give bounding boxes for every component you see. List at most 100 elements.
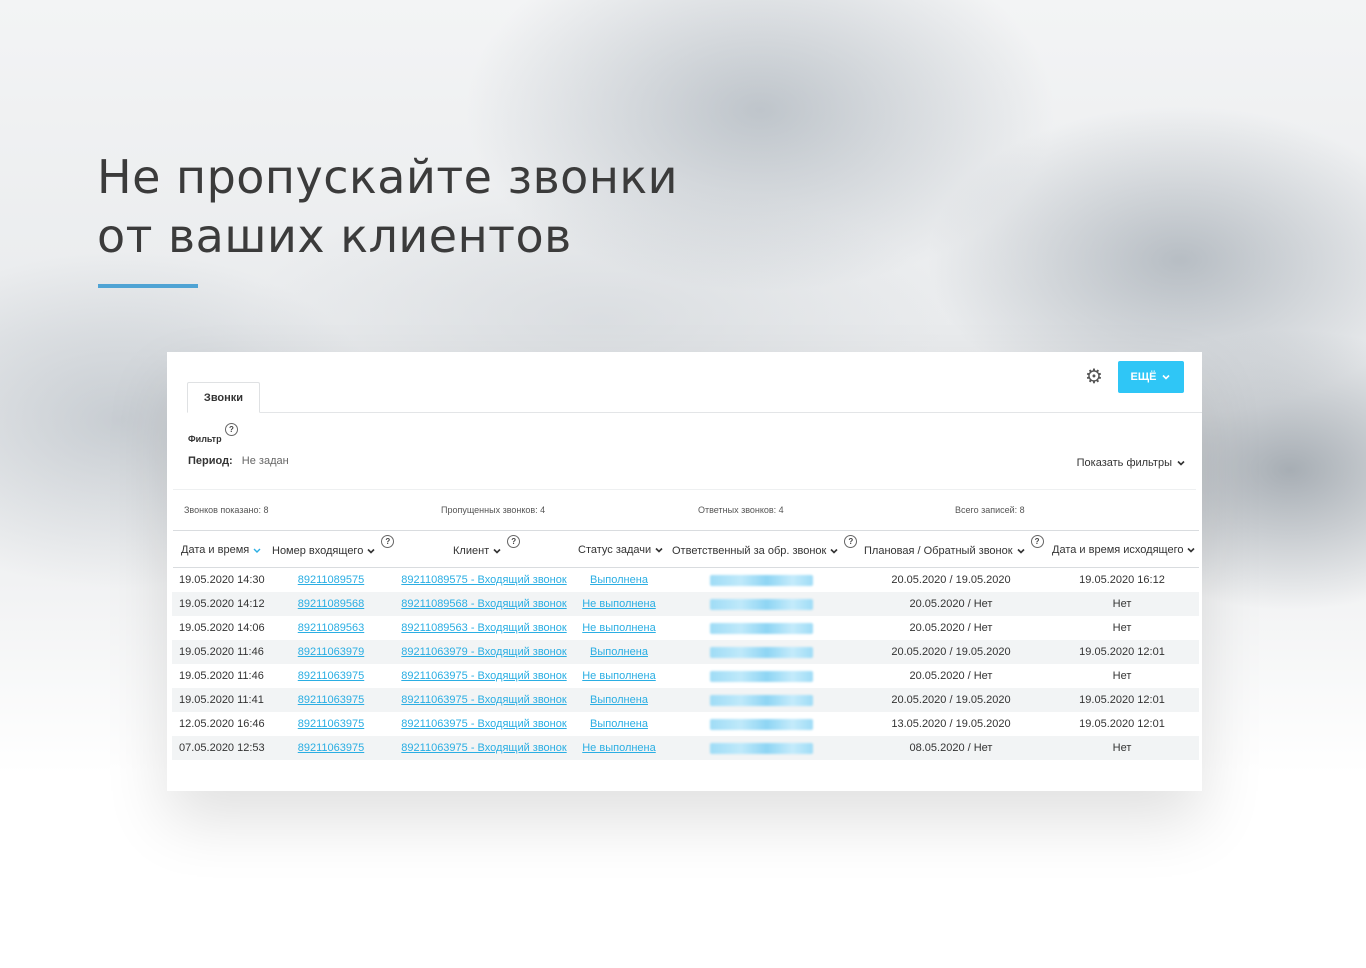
cell-outgoing-datetime: 19.05.2020 12:01 [1079, 646, 1165, 658]
cell-client-link[interactable]: 89211063975 - Входящий звонок [401, 664, 566, 688]
cell-incoming-number-link[interactable]: 89211089563 [298, 616, 364, 640]
chevron-down-icon [1016, 548, 1025, 554]
table-row: 19.05.2020 11:41 89211063975 89211063975 -… [172, 688, 1199, 712]
more-button[interactable]: ЕЩЁ [1118, 361, 1184, 393]
cell-task-status-link[interactable]: Не выполнена [582, 616, 656, 640]
table-header-top-border [173, 530, 1199, 531]
table-row: 19.05.2020 14:30 89211089575 89211089575 -… [172, 568, 1199, 592]
cell-incoming-number-link[interactable]: 89211063975 [298, 736, 364, 760]
filter-help-icon[interactable]: ? [225, 423, 238, 436]
column-header-label: Ответственный за обр. звонок [672, 544, 827, 557]
cell-datetime: 12.05.2020 16:46 [179, 718, 265, 730]
table-row: 19.05.2020 14:06 89211089563 89211089563 -… [172, 616, 1199, 640]
column-header-outgoing-datetime[interactable]: Дата и время исходящего [1052, 544, 1196, 556]
cell-task-status-link[interactable]: Не выполнена [582, 664, 656, 688]
responsible-name-blurred [710, 695, 813, 706]
cell-task-status-link[interactable]: Выполнена [590, 688, 648, 712]
cell-outgoing-datetime: 19.05.2020 12:01 [1079, 694, 1165, 706]
cell-task-status-link[interactable]: Выполнена [590, 568, 648, 592]
more-button-label: ЕЩЁ [1130, 371, 1157, 383]
chevron-down-icon [1177, 460, 1185, 466]
cell-planned-callback: 13.05.2020 / 19.05.2020 [891, 718, 1011, 730]
column-header-label: Плановая / Обратный звонок [864, 544, 1013, 557]
cell-datetime: 19.05.2020 11:46 [179, 670, 264, 682]
cell-planned-callback: 20.05.2020 / 19.05.2020 [891, 574, 1011, 586]
responsible-name-blurred [710, 743, 813, 754]
tabs-divider [187, 412, 1202, 413]
cell-planned-callback: 20.05.2020 / Нет [909, 622, 993, 634]
chevron-down-icon [1162, 374, 1171, 380]
stat-shown: Звонков показано: 8 [184, 505, 269, 515]
cell-planned-callback: 08.05.2020 / Нет [909, 742, 993, 754]
cell-planned-callback: 20.05.2020 / Нет [909, 670, 993, 682]
cell-task-status-link[interactable]: Выполнена [590, 640, 648, 664]
cell-task-status-link[interactable]: Не выполнена [582, 736, 656, 760]
column-header-label: Статус задачи [578, 544, 652, 556]
table-row: 19.05.2020 11:46 89211063979 89211063979 -… [172, 640, 1199, 664]
table-row: 07.05.2020 12:53 89211063975 89211063975 -… [172, 736, 1199, 760]
cell-client-link[interactable]: 89211063975 - Входящий звонок [401, 688, 566, 712]
cell-outgoing-datetime: Нет [1112, 742, 1132, 754]
cell-outgoing-datetime: 19.05.2020 12:01 [1079, 718, 1165, 730]
cell-client-link[interactable]: 89211089568 - Входящий звонок [401, 592, 566, 616]
cell-incoming-number-link[interactable]: 89211089568 [298, 592, 364, 616]
column-header-planned-callback[interactable]: Плановая / Обратный звонок ? [864, 535, 1044, 557]
column-header-label: Номер входящего [272, 544, 364, 557]
cell-client-link[interactable]: 89211063979 - Входящий звонок [401, 640, 566, 664]
column-header-client[interactable]: Клиент ? [453, 535, 521, 557]
calls-panel: ⚙ ЕЩЁ Звонки Фильтр ? Период: Не задан П… [167, 352, 1202, 791]
cell-client-link[interactable]: 89211089575 - Входящий звонок [401, 568, 566, 592]
tab-calls[interactable]: Звонки [187, 382, 260, 413]
help-icon[interactable]: ? [844, 535, 858, 548]
column-header-label: Дата и время [181, 544, 250, 556]
cell-outgoing-datetime: Нет [1112, 598, 1132, 610]
headline-underline [98, 284, 198, 288]
stat-callbacks: Ответных звонков: 4 [698, 505, 784, 515]
cell-client-link[interactable]: 89211063975 - Входящий звонок [401, 712, 566, 736]
cell-client-link[interactable]: 89211089563 - Входящий звонок [401, 616, 566, 640]
table-row: 19.05.2020 14:12 89211089568 89211089568 -… [172, 592, 1199, 616]
headline-line-2: от ваших клиентов [97, 209, 572, 263]
cell-task-status-link[interactable]: Выполнена [590, 712, 648, 736]
responsible-name-blurred [710, 671, 813, 682]
cell-planned-callback: 20.05.2020 / 19.05.2020 [891, 694, 1011, 706]
headline-line-1: Не пропускайте звонки [97, 150, 679, 204]
column-header-label: Клиент [453, 544, 490, 557]
stats-divider [173, 489, 1196, 490]
cell-outgoing-datetime: Нет [1112, 670, 1132, 682]
cell-incoming-number-link[interactable]: 89211063979 [298, 640, 364, 664]
responsible-name-blurred [710, 575, 813, 586]
responsible-name-blurred [710, 623, 813, 634]
show-filters-label: Показать фильтры [1076, 457, 1172, 469]
cell-incoming-number-link[interactable]: 89211063975 [298, 712, 364, 736]
cell-client-link[interactable]: 89211063975 - Входящий звонок [401, 736, 566, 760]
chevron-down-icon [655, 547, 663, 553]
cell-datetime: 19.05.2020 14:06 [179, 622, 265, 634]
gear-icon[interactable]: ⚙ [1085, 367, 1103, 387]
cell-task-status-link[interactable]: Не выполнена [582, 592, 656, 616]
cell-planned-callback: 20.05.2020 / Нет [909, 598, 993, 610]
help-icon[interactable]: ? [507, 535, 521, 548]
responsible-name-blurred [710, 599, 813, 610]
cell-outgoing-datetime: 19.05.2020 16:12 [1079, 574, 1165, 586]
column-header-responsible[interactable]: Ответственный за обр. звонок ? [672, 535, 858, 557]
period-label: Период: [188, 455, 233, 467]
help-icon[interactable]: ? [381, 535, 395, 548]
column-header-datetime[interactable]: Дата и время [181, 544, 262, 556]
cell-datetime: 19.05.2020 14:30 [179, 574, 265, 586]
responsible-name-blurred [710, 647, 813, 658]
cell-incoming-number-link[interactable]: 89211063975 [298, 688, 364, 712]
column-header-task-status[interactable]: Статус задачи [578, 544, 664, 556]
column-header-incoming-number[interactable]: Номер входящего ? [272, 535, 395, 557]
period-value: Не задан [241, 455, 289, 467]
show-filters-toggle[interactable]: Показать фильтры [1077, 457, 1186, 469]
help-icon[interactable]: ? [1030, 535, 1044, 548]
column-header-label: Дата и время исходящего [1052, 544, 1184, 556]
cell-planned-callback: 20.05.2020 / 19.05.2020 [891, 646, 1011, 658]
cell-incoming-number-link[interactable]: 89211089575 [298, 568, 364, 592]
cell-incoming-number-link[interactable]: 89211063975 [298, 664, 364, 688]
chevron-down-icon [367, 548, 375, 554]
cell-datetime: 19.05.2020 11:46 [179, 646, 264, 658]
table-row: 19.05.2020 11:46 89211063975 89211063975 -… [172, 664, 1199, 688]
table-row: 12.05.2020 16:46 89211063975 89211063975 -… [172, 712, 1199, 736]
